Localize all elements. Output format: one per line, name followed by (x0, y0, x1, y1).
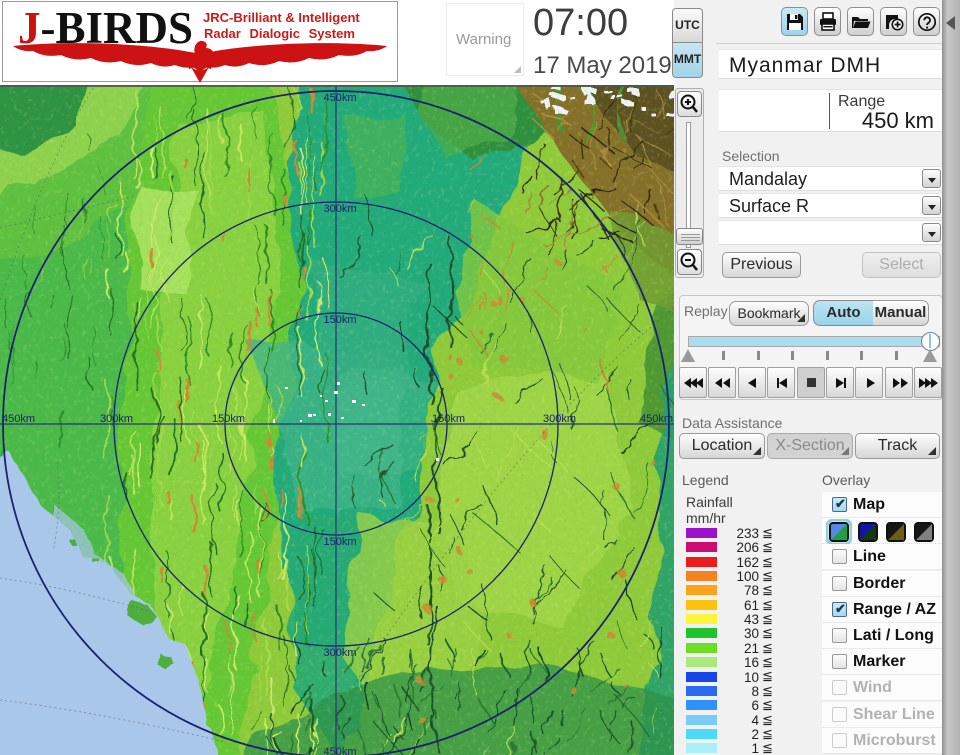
svg-text:450km: 450km (323, 746, 356, 755)
svg-text:150km: 150km (432, 413, 465, 425)
svg-text:300km: 300km (323, 647, 356, 659)
svg-text:450km: 450km (2, 413, 35, 425)
svg-text:150km: 150km (212, 413, 245, 425)
svg-text:450km: 450km (323, 92, 356, 104)
svg-text:300km: 300km (543, 413, 576, 425)
svg-text:450km: 450km (640, 413, 673, 425)
svg-text:300km: 300km (100, 413, 133, 425)
svg-text:150km: 150km (323, 314, 356, 326)
svg-text:150km: 150km (323, 536, 356, 548)
svg-text:300km: 300km (323, 203, 356, 215)
